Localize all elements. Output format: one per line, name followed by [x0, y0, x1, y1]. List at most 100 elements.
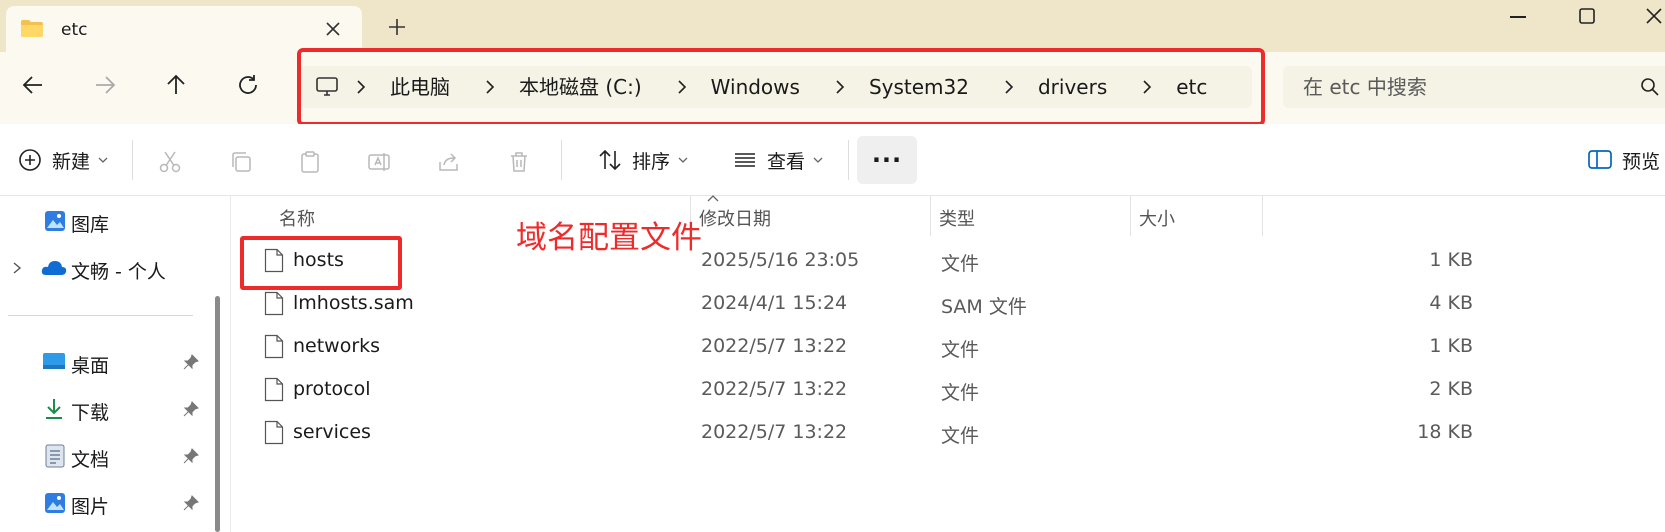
sidebar-scrollbar[interactable] — [215, 296, 220, 532]
file-name: hosts — [293, 249, 344, 271]
chevron-right-icon[interactable] — [355, 80, 367, 94]
chevron-right-icon[interactable] — [676, 80, 688, 94]
chevron-right-icon[interactable] — [1141, 80, 1153, 94]
rename-icon[interactable] — [367, 150, 391, 174]
file-date: 2022/5/7 13:22 — [701, 335, 848, 357]
breadcrumb-item-etc[interactable]: etc — [1176, 75, 1207, 99]
view-list-icon — [735, 153, 755, 167]
file-size: 18 KB — [1417, 421, 1473, 443]
sidebar-item-documents[interactable]: 文档 — [0, 436, 210, 476]
refresh-icon[interactable] — [235, 72, 261, 98]
more-options-button[interactable]: ··· — [857, 136, 917, 184]
file-icon — [264, 420, 284, 445]
chevron-right-icon[interactable] — [834, 80, 846, 94]
file-size: 1 KB — [1429, 335, 1473, 357]
column-divider[interactable] — [1130, 196, 1131, 236]
chevron-down-icon — [678, 157, 688, 163]
chevron-right-icon[interactable] — [484, 80, 496, 94]
more-options-label: ··· — [871, 146, 903, 174]
column-header-type[interactable]: 类型 — [939, 205, 975, 231]
folder-icon — [21, 20, 43, 37]
navigation-pane: 图库 文畅 - 个人 桌面 下载 文档 图片 — [0, 196, 231, 532]
search-icon[interactable] — [1640, 77, 1660, 97]
pin-icon[interactable] — [183, 401, 199, 417]
file-type: 文件 — [941, 382, 980, 404]
file-date: 2025/5/16 23:05 — [701, 249, 860, 271]
chevron-down-icon — [813, 157, 823, 163]
file-name: lmhosts.sam — [293, 292, 414, 314]
new-button[interactable]: 新建 — [18, 124, 108, 196]
sidebar-item-gallery[interactable]: 图库 — [0, 201, 210, 241]
address-bar[interactable]: 此电脑 本地磁盘 (C:) Windows System32 drivers e… — [300, 66, 1252, 108]
sidebar-item-pictures[interactable]: 图片 — [0, 483, 210, 523]
breadcrumb-item-drivers[interactable]: drivers — [1038, 75, 1107, 99]
breadcrumb-item-local-disk[interactable]: 本地磁盘 (C:) — [519, 75, 642, 99]
column-header-name[interactable]: 名称 — [279, 205, 315, 231]
file-type: 文件 — [941, 339, 980, 361]
column-divider[interactable] — [930, 196, 931, 236]
sidebar-item-label: 图片 — [71, 496, 110, 518]
breadcrumb-item-this-pc[interactable]: 此电脑 — [390, 75, 450, 99]
maximize-icon[interactable] — [1579, 8, 1595, 24]
toolbar-divider — [561, 140, 562, 180]
column-header-date[interactable]: 修改日期 — [699, 205, 771, 231]
column-divider[interactable] — [1262, 196, 1263, 236]
search-input[interactable] — [1303, 66, 1623, 108]
onedrive-cloud-icon — [41, 261, 67, 275]
file-date: 2024/4/1 15:24 — [701, 292, 848, 314]
file-name: protocol — [293, 378, 371, 400]
breadcrumb-item-windows[interactable]: Windows — [711, 75, 800, 99]
file-row-protocol[interactable]: protocol 2022/5/7 13:22 文件 2 KB — [231, 368, 1665, 411]
cut-icon[interactable] — [158, 150, 182, 174]
file-row-hosts[interactable]: hosts 2025/5/16 23:05 文件 1 KB — [231, 239, 1665, 282]
file-date: 2022/5/7 13:22 — [701, 421, 848, 443]
sort-arrows-icon — [599, 149, 621, 171]
close-tab-icon[interactable] — [324, 20, 342, 38]
sort-button-label: 排序 — [632, 150, 671, 173]
toolbar-divider — [848, 140, 849, 180]
close-window-icon[interactable] — [1645, 8, 1665, 24]
file-icon — [264, 334, 284, 359]
sort-button[interactable]: 排序 — [598, 124, 688, 196]
share-icon[interactable] — [437, 150, 461, 174]
file-size: 4 KB — [1429, 292, 1473, 314]
file-type: 文件 — [941, 425, 980, 447]
annotation-label: 域名配置文件 — [516, 220, 702, 256]
sidebar-item-label: 图库 — [71, 214, 110, 236]
breadcrumb: 此电脑 本地磁盘 (C:) Windows System32 drivers e… — [355, 66, 1233, 108]
chevron-right-icon[interactable] — [1003, 80, 1015, 94]
preview-pane-icon — [1588, 150, 1612, 169]
breadcrumb-item-system32[interactable]: System32 — [869, 75, 969, 99]
sidebar-item-onedrive[interactable]: 文畅 - 个人 — [0, 248, 210, 288]
file-icon — [264, 377, 284, 402]
desktop-icon — [43, 353, 65, 369]
file-name: services — [293, 421, 371, 443]
pin-icon[interactable] — [183, 495, 199, 511]
column-header-size[interactable]: 大小 — [1139, 205, 1175, 231]
minimize-icon[interactable] — [1510, 16, 1526, 18]
paste-icon[interactable] — [298, 150, 322, 174]
file-name: networks — [293, 335, 381, 357]
file-row-services[interactable]: services 2022/5/7 13:22 文件 18 KB — [231, 411, 1665, 454]
preview-button[interactable]: 预览 — [1588, 124, 1660, 196]
arrow-left-icon[interactable] — [20, 72, 46, 98]
sidebar-item-downloads[interactable]: 下载 — [0, 389, 210, 429]
delete-icon[interactable] — [507, 150, 531, 174]
pin-icon[interactable] — [183, 354, 199, 370]
sidebar-item-label: 文畅 - 个人 — [71, 261, 166, 283]
copy-icon[interactable] — [229, 150, 253, 174]
chevron-down-icon — [98, 157, 108, 163]
file-row-networks[interactable]: networks 2022/5/7 13:22 文件 1 KB — [231, 325, 1665, 368]
new-tab-plus-icon[interactable] — [388, 18, 406, 36]
chevron-right-icon[interactable] — [12, 262, 22, 274]
command-bar: 新建 排序 查看 ··· 预览 — [0, 124, 1665, 196]
pin-icon[interactable] — [183, 448, 199, 464]
sidebar-item-desktop[interactable]: 桌面 — [0, 342, 210, 382]
tab-etc[interactable]: etc — [6, 6, 362, 52]
sidebar-divider — [8, 315, 193, 316]
view-button[interactable]: 查看 — [733, 124, 823, 196]
arrow-right-icon[interactable] — [92, 72, 118, 98]
arrow-up-icon[interactable] — [163, 72, 189, 98]
file-row-lmhosts[interactable]: lmhosts.sam 2024/4/1 15:24 SAM 文件 4 KB — [231, 282, 1665, 325]
search-box — [1283, 66, 1665, 108]
